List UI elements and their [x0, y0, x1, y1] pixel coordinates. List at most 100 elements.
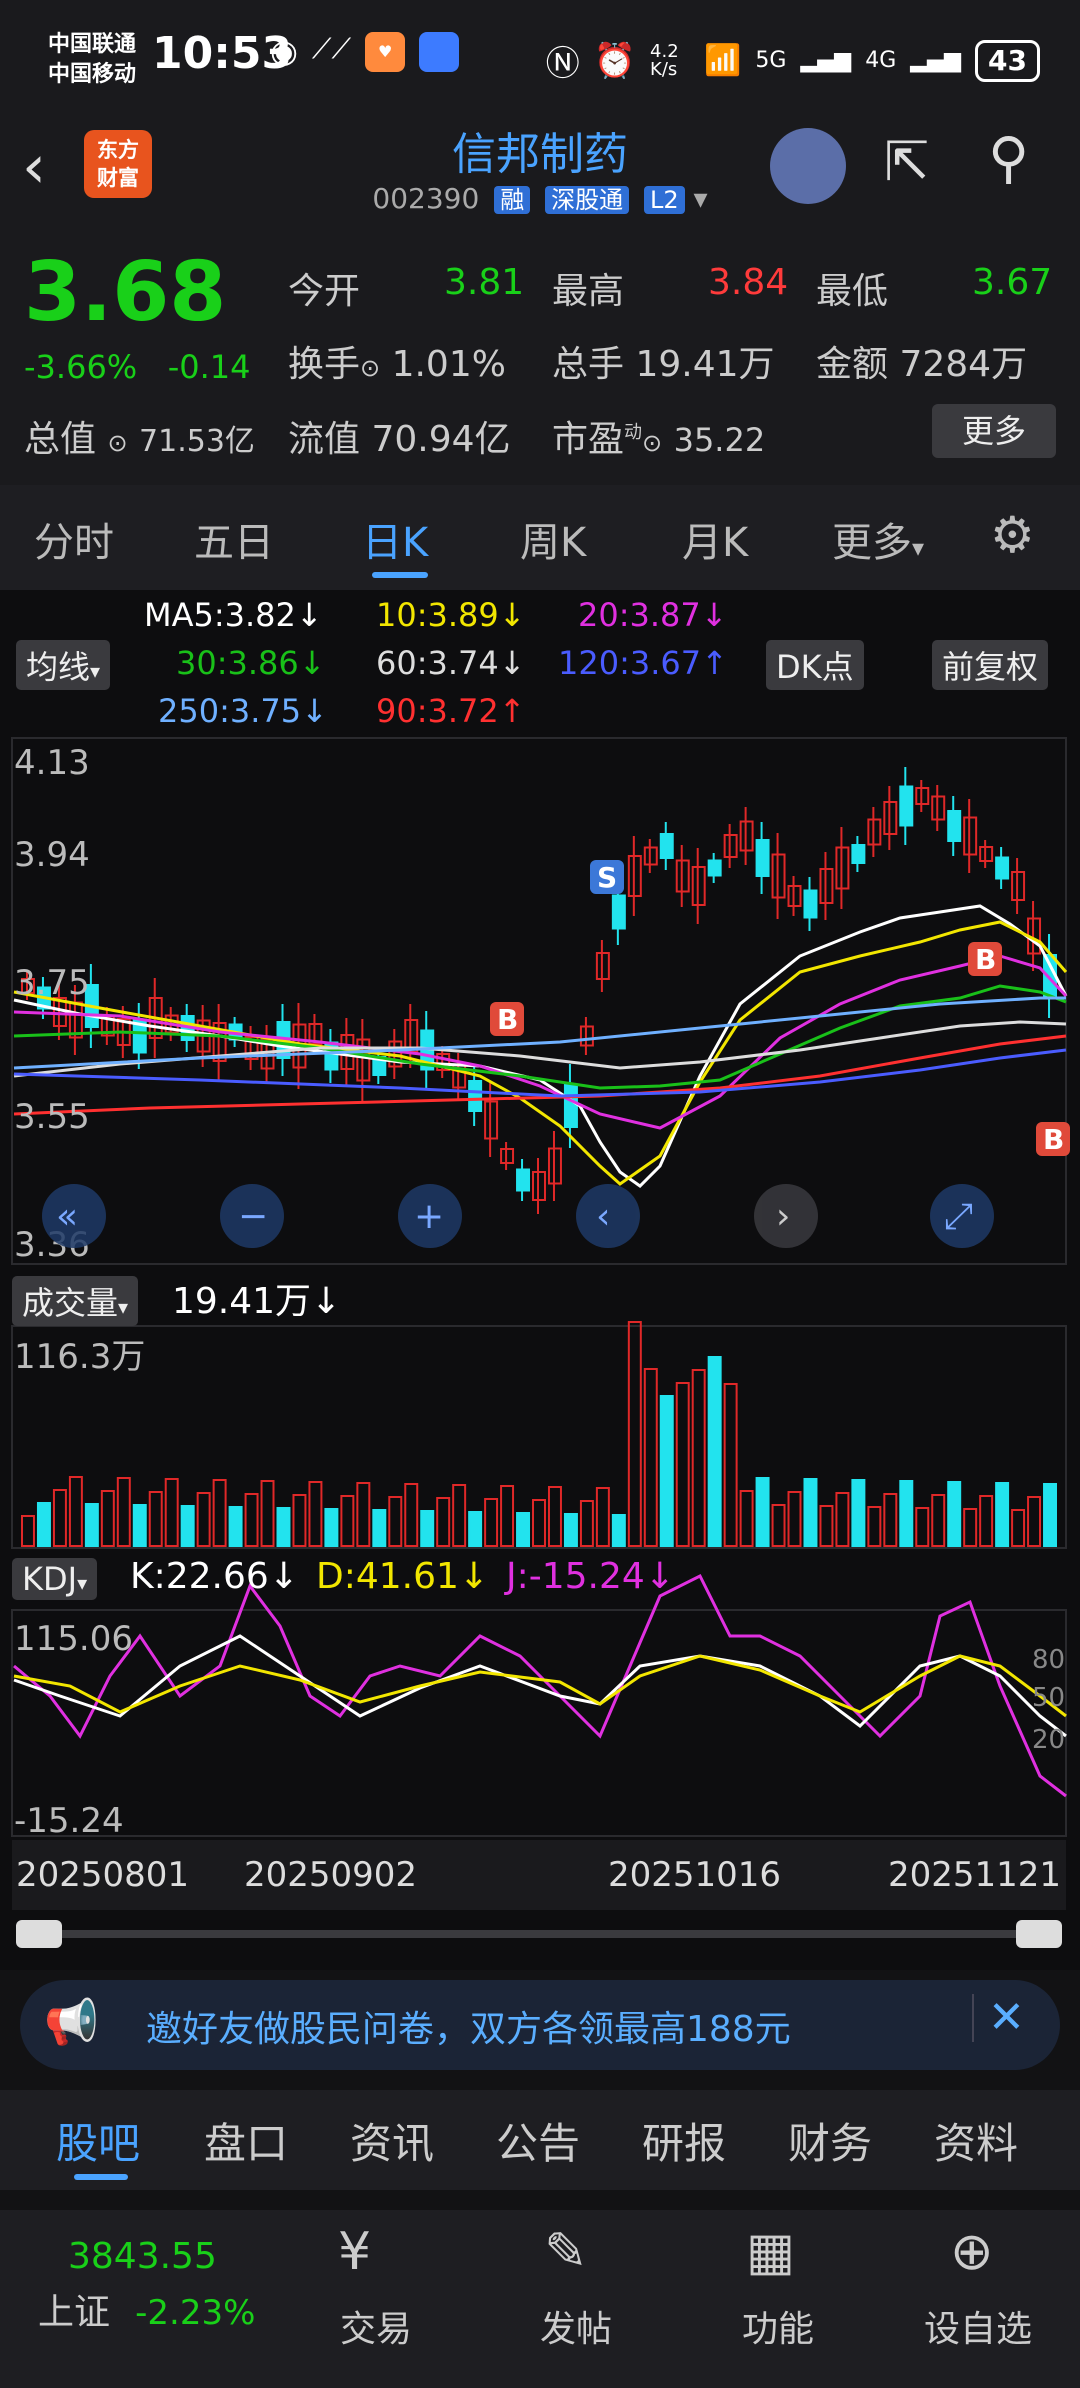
tab-daily-k[interactable]: 日K — [362, 510, 428, 568]
edit-post-icon[interactable]: ✎ — [544, 2222, 588, 2282]
buy-marker-3: B — [1043, 1123, 1064, 1156]
settings-gear-icon[interactable]: ⚙ — [990, 506, 1035, 564]
chart-svg: 4.13 3.94 3.75 3.55 3.36 B S B B « − + ‹… — [11, 737, 1070, 1910]
volume-bar — [947, 1481, 962, 1547]
index-change: -2.23% — [135, 2293, 256, 2333]
mktcap-value: 71.53亿 — [139, 424, 255, 459]
volume-bar — [835, 1492, 850, 1547]
candle-body — [947, 810, 962, 842]
trade-icon[interactable]: ¥ — [338, 2222, 371, 2282]
kdj-pane-frame — [11, 1609, 1067, 1837]
info-icon[interactable]: ⊙ — [107, 429, 127, 457]
dk-point-button[interactable]: DK点 — [766, 640, 864, 690]
tab-profile[interactable]: 资料 — [934, 2110, 1018, 2171]
price-tick-4: 3.55 — [14, 1097, 90, 1137]
ma120-label: 120:3.67↑ — [558, 644, 728, 682]
tab-five-day[interactable]: 五日 — [194, 510, 274, 568]
range-slider-track[interactable] — [16, 1930, 1062, 1938]
eye-icon: ◉ — [270, 32, 298, 70]
pe-sup: 动 — [624, 422, 643, 443]
more-button[interactable]: 更多 — [932, 404, 1056, 458]
volume-selector-label: 成交量 — [22, 1284, 119, 1322]
volume-bar — [547, 1486, 562, 1547]
current-price: 3.68 — [24, 245, 227, 340]
banner-text[interactable]: 邀好友做股民问卷，双方各领最高188元 — [146, 2000, 791, 2052]
change-pct: -3.66% — [24, 348, 138, 386]
candles-group — [21, 767, 1057, 1214]
tab-announcements[interactable]: 公告 — [496, 2110, 580, 2171]
info-icon[interactable]: ⊙ — [360, 354, 380, 382]
candle-body — [563, 1084, 578, 1128]
volume-total: 总手 19.41万 — [552, 335, 775, 387]
nav-trade[interactable]: 交易 — [306, 2300, 446, 2352]
volume-bar — [180, 1505, 195, 1547]
pe-ratio: 市盈动⊙ 35.22 — [552, 410, 765, 462]
volume-bar — [84, 1503, 99, 1547]
kdj-selector[interactable]: KDJ▾ — [12, 1558, 98, 1600]
tab-pankou[interactable]: 盘口 — [204, 2110, 288, 2171]
chevron-right-icon: › — [776, 1196, 790, 1237]
float-cap: 流值 70.94亿 — [288, 410, 511, 462]
buy-marker-1: B — [497, 1003, 518, 1036]
volume-bar — [691, 1369, 706, 1547]
chevron-left-icon: ‹ — [596, 1196, 610, 1237]
margin-tag: 融 — [494, 186, 531, 214]
volume-bars — [21, 1321, 1057, 1547]
volume-bar — [21, 1515, 35, 1547]
index-name: 上证 — [38, 2292, 111, 2333]
range-slider-left-handle[interactable] — [16, 1920, 62, 1948]
float-label: 流值 — [288, 419, 361, 460]
volume-bar — [707, 1356, 722, 1547]
low-value: 3.67 — [972, 262, 1053, 303]
tab-weekly-k[interactable]: 周K — [520, 510, 586, 568]
tab-monthly-k[interactable]: 月K — [682, 510, 748, 568]
volume-bar — [1011, 1509, 1026, 1547]
volume-bar — [436, 1497, 451, 1547]
candle-body — [755, 839, 770, 877]
volume-bar — [611, 1514, 626, 1547]
kdj-d-value: D:41.61↓ — [316, 1556, 490, 1597]
app-icon: ⟋⟋ — [311, 32, 352, 65]
volume-bar — [276, 1507, 291, 1547]
change-abs: -0.14 — [167, 348, 251, 386]
tab-news[interactable]: 资讯 — [350, 2110, 434, 2171]
index-value: 3843.55 — [68, 2236, 217, 2277]
candle-body — [803, 889, 818, 919]
system-icons: Ⓝ ⏰ 4.2 K/s 📶 5G ▂▄▆ 4G ▂▄▆ 43 — [546, 36, 1040, 85]
open-value: 3.81 — [444, 262, 525, 303]
volume-bar — [404, 1483, 419, 1547]
volume-bar — [659, 1395, 674, 1547]
info-icon[interactable]: ⊙ — [642, 429, 662, 457]
share-icon[interactable]: ⇱ — [884, 130, 929, 193]
active-tab-indicator — [372, 572, 428, 578]
volume-bar — [915, 1507, 930, 1547]
adjust-button[interactable]: 前复权 — [932, 640, 1049, 690]
volume-bar — [244, 1493, 259, 1547]
candle-body — [899, 785, 914, 827]
add-watchlist-icon[interactable]: ⊕ — [950, 2222, 994, 2282]
tab-guba[interactable]: 股吧 — [56, 2110, 140, 2171]
volume-label: 总手 — [552, 344, 625, 385]
tab-finance[interactable]: 财务 — [788, 2110, 872, 2171]
alarm-icon: ⏰ — [593, 40, 637, 81]
nav-add-watchlist[interactable]: 设自选 — [908, 2300, 1048, 2352]
search-icon[interactable]: ⚲ — [988, 126, 1029, 191]
volume-value: 19.41万↓ — [172, 1281, 342, 1322]
ma30-label: 30:3.86↓ — [176, 644, 326, 682]
range-slider-right-handle[interactable] — [1016, 1920, 1062, 1948]
tab-more[interactable]: 更多▾ — [832, 510, 924, 568]
volume-bar — [340, 1495, 355, 1547]
nav-post[interactable]: 发帖 — [506, 2300, 646, 2352]
volume-bar — [579, 1500, 594, 1547]
volume-selector[interactable]: 成交量▾ — [12, 1276, 139, 1326]
grid-apps-icon[interactable]: ▦ — [746, 2222, 795, 2282]
assistant-avatar-icon[interactable] — [770, 128, 846, 204]
nav-functions[interactable]: 功能 — [708, 2300, 848, 2352]
tab-research[interactable]: 研报 — [642, 2110, 726, 2171]
index-ticker[interactable]: 3843.55 上证 -2.23% — [38, 2236, 255, 2335]
ma-selector[interactable]: 均线▾ — [16, 640, 111, 690]
tab-intraday[interactable]: 分时 — [34, 510, 114, 568]
candle-body — [851, 844, 866, 864]
close-icon[interactable]: ✕ — [988, 1992, 1025, 2043]
plus-icon: + — [414, 1196, 444, 1237]
